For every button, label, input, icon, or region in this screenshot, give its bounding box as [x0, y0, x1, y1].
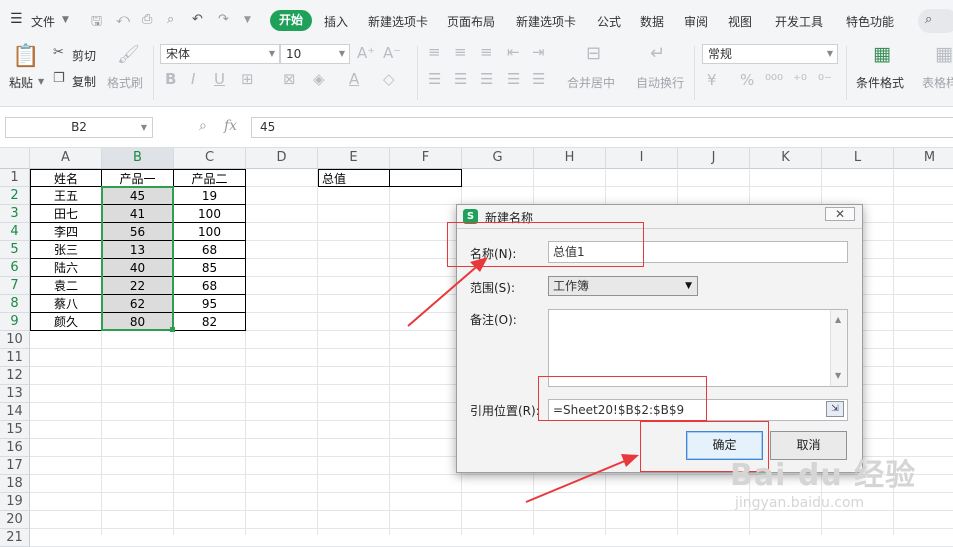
arrow-line: [525, 457, 633, 503]
watermark-url: jingyan.baidu.com: [735, 495, 865, 511]
arrow-head: [621, 454, 639, 467]
baidu-watermark-logo: Bai du 经验: [730, 458, 917, 493]
arrow-line: [407, 261, 483, 327]
